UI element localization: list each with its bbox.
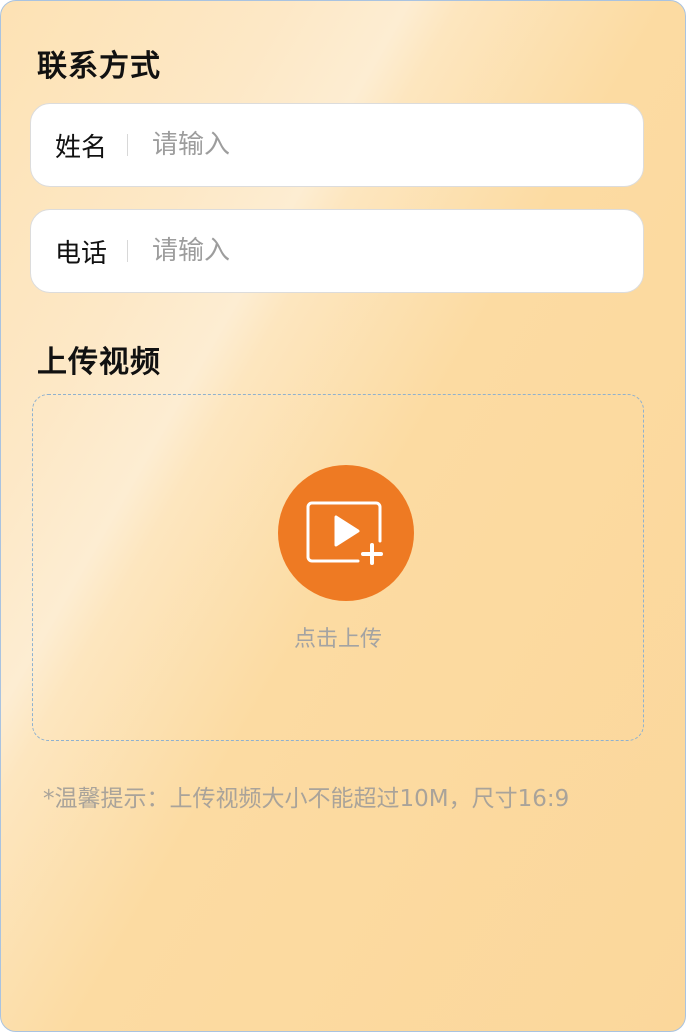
phone-label: 电话: [55, 238, 108, 269]
name-divider: [127, 134, 128, 156]
video-upload-area[interactable]: 点击上传: [32, 394, 644, 741]
upload-video-button[interactable]: [278, 465, 414, 601]
phone-field[interactable]: 电话: [30, 209, 644, 293]
name-input[interactable]: [152, 130, 643, 160]
upload-button-label: 点击上传: [293, 627, 382, 652]
phone-divider: [127, 240, 128, 262]
upload-hint-text: *温馨提示：上传视频大小不能超过10M，尺寸16:9: [43, 786, 570, 812]
video-add-icon: [306, 501, 383, 565]
upload-section-title: 上传视频: [37, 345, 161, 380]
contact-section-title: 联系方式: [37, 49, 161, 84]
name-field[interactable]: 姓名: [30, 103, 644, 187]
name-label: 姓名: [55, 132, 108, 163]
form-card: 联系方式 姓名 电话 上传视频 点击上传 *温馨提示：上传视频大小不能超过10M…: [0, 0, 686, 1032]
phone-input[interactable]: [152, 236, 643, 266]
